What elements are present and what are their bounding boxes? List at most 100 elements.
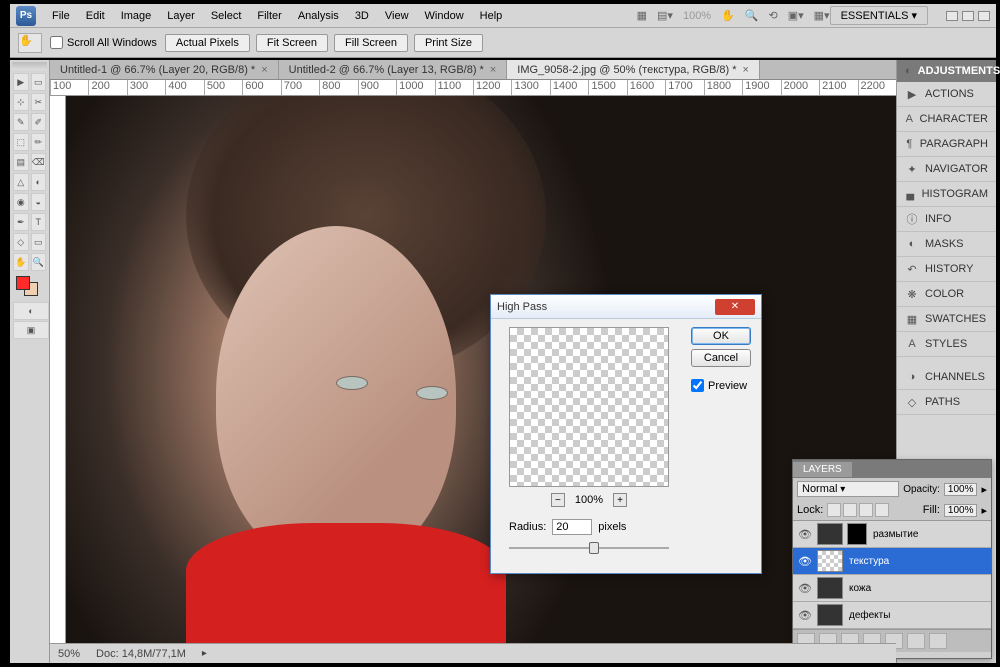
radius-slider[interactable] xyxy=(509,541,669,555)
layer-thumbnail[interactable] xyxy=(817,523,843,545)
close-icon[interactable]: × xyxy=(261,64,267,76)
menu-3d[interactable]: 3D xyxy=(347,10,377,22)
workspace-switcher[interactable]: ESSENTIALS ▾ xyxy=(830,6,928,25)
panel-color[interactable]: ❋COLOR xyxy=(897,282,996,307)
radius-input[interactable] xyxy=(552,519,592,535)
opacity-slider-icon[interactable]: ▸ xyxy=(981,483,987,496)
panel-navigator[interactable]: ✦NAVIGATOR xyxy=(897,157,996,182)
zoom-level[interactable]: 50% xyxy=(58,648,80,660)
layer-name[interactable]: текстура xyxy=(847,556,987,567)
quickmask-button[interactable]: ◐ xyxy=(13,302,49,320)
option-fit-screen[interactable]: Fit Screen xyxy=(256,34,328,52)
menu-help[interactable]: Help xyxy=(472,10,511,22)
foreground-color[interactable] xyxy=(16,276,30,290)
new-layer-button[interactable] xyxy=(907,633,925,649)
dialog-close-button[interactable]: ✕ xyxy=(715,299,755,315)
close-icon[interactable]: × xyxy=(490,64,496,76)
tool-1[interactable]: ▭ xyxy=(31,73,47,91)
panel-history[interactable]: ↶HISTORY xyxy=(897,257,996,282)
tool-19[interactable]: 🔍 xyxy=(31,253,47,271)
doc-tab-2[interactable]: IMG_9058-2.jpg @ 50% (текстура, RGB/8) *… xyxy=(507,60,760,79)
option-print-size[interactable]: Print Size xyxy=(414,34,483,52)
panel-character[interactable]: ACHARACTER xyxy=(897,107,996,132)
tool-13[interactable]: ◒ xyxy=(31,193,47,211)
dialog-titlebar[interactable]: High Pass ✕ xyxy=(491,295,761,319)
view-mode-icon[interactable]: ▦▾ xyxy=(814,9,830,22)
layer-row[interactable]: 👁 дефекты xyxy=(793,602,991,629)
tool-17[interactable]: ▭ xyxy=(31,233,47,251)
lock-pixels-button[interactable] xyxy=(843,503,857,517)
panel-actions[interactable]: ▶ACTIONS xyxy=(897,82,996,107)
panel-histogram[interactable]: ▄HISTOGRAM xyxy=(897,182,996,207)
menu-filter[interactable]: Filter xyxy=(249,10,289,22)
panel-swatches[interactable]: ▦SWATCHES xyxy=(897,307,996,332)
doc-tab-1[interactable]: Untitled-2 @ 66.7% (Layer 13, RGB/8) *× xyxy=(279,60,508,79)
blend-mode-dropdown[interactable]: Normal ▾ xyxy=(797,481,899,497)
visibility-icon[interactable]: 👁 xyxy=(797,555,813,568)
screen-mode-icon[interactable]: ▣▾ xyxy=(788,9,804,22)
fill-slider-icon[interactable]: ▸ xyxy=(981,504,987,517)
tool-12[interactable]: ◉ xyxy=(13,193,29,211)
scroll-all-checkbox[interactable]: Scroll All Windows xyxy=(50,36,157,49)
panel-channels[interactable]: ◑CHANNELS xyxy=(897,365,996,390)
layer-thumbnail[interactable] xyxy=(817,550,843,572)
zoom-icon[interactable]: 🔍 xyxy=(745,9,759,22)
tool-16[interactable]: ◇ xyxy=(13,233,29,251)
hand-icon[interactable]: ✋ xyxy=(721,9,735,22)
menu-edit[interactable]: Edit xyxy=(78,10,113,22)
lock-transparency-button[interactable] xyxy=(827,503,841,517)
tool-18[interactable]: ✋ xyxy=(13,253,29,271)
current-tool-icon[interactable]: ✋ xyxy=(18,33,42,53)
layer-row[interactable]: 👁 текстура xyxy=(793,548,991,575)
zoom-out-button[interactable]: − xyxy=(551,493,565,507)
tool-4[interactable]: ✎ xyxy=(13,113,29,131)
layer-name[interactable]: дефекты xyxy=(847,610,987,621)
rotate-icon[interactable]: ⟲ xyxy=(769,9,778,22)
tool-5[interactable]: ✐ xyxy=(31,113,47,131)
canvas[interactable] xyxy=(66,96,896,643)
menu-layer[interactable]: Layer xyxy=(159,10,203,22)
option-actual-pixels[interactable]: Actual Pixels xyxy=(165,34,250,52)
tool-6[interactable]: ⬚ xyxy=(13,133,29,151)
layers-tab[interactable]: LAYERS xyxy=(793,462,852,477)
panel-masks[interactable]: ◐MASKS xyxy=(897,232,996,257)
menu-window[interactable]: Window xyxy=(417,10,472,22)
toolbox-grip[interactable] xyxy=(12,62,47,70)
minimize-button[interactable] xyxy=(946,11,958,21)
panel-info[interactable]: ⓘINFO xyxy=(897,207,996,232)
ok-button[interactable]: OK xyxy=(691,327,751,345)
panel-paths[interactable]: ◇PATHS xyxy=(897,390,996,415)
tool-2[interactable]: ⊹ xyxy=(13,93,29,111)
tool-3[interactable]: ✂ xyxy=(31,93,47,111)
visibility-icon[interactable]: 👁 xyxy=(797,528,813,541)
menu-view[interactable]: View xyxy=(377,10,417,22)
filter-preview[interactable] xyxy=(509,327,669,487)
delete-layer-button[interactable] xyxy=(929,633,947,649)
panel-paragraph[interactable]: ¶PARAGRAPH xyxy=(897,132,996,157)
tool-0[interactable]: ▶ xyxy=(13,73,29,91)
adjustments-panel-header[interactable]: ◐ADJUSTMENTS xyxy=(897,60,996,82)
doc-size[interactable]: Doc: 14,8M/77,1M xyxy=(96,648,186,660)
visibility-icon[interactable]: 👁 xyxy=(797,609,813,622)
cancel-button[interactable]: Cancel xyxy=(691,349,751,367)
layer-row[interactable]: 👁размытие xyxy=(793,521,991,548)
zoom-in-button[interactable]: + xyxy=(613,493,627,507)
layer-mask-thumb[interactable] xyxy=(847,523,867,545)
zoom-dropdown[interactable]: 100% xyxy=(683,10,711,22)
preview-checkbox[interactable]: Preview xyxy=(691,379,751,392)
tool-14[interactable]: ✒ xyxy=(13,213,29,231)
lock-all-button[interactable] xyxy=(875,503,889,517)
layer-name[interactable]: кожа xyxy=(847,583,987,594)
doc-tab-0[interactable]: Untitled-1 @ 66.7% (Layer 20, RGB/8) *× xyxy=(50,60,279,79)
tool-15[interactable]: T xyxy=(31,213,47,231)
opacity-value[interactable]: 100% xyxy=(944,483,978,496)
layer-thumbnail[interactable] xyxy=(817,604,843,626)
tool-11[interactable]: ◐ xyxy=(31,173,47,191)
tool-8[interactable]: ▤ xyxy=(13,153,29,171)
close-icon[interactable]: × xyxy=(743,64,749,76)
tool-9[interactable]: ⌫ xyxy=(31,153,47,171)
fill-value[interactable]: 100% xyxy=(944,504,978,517)
menu-file[interactable]: File xyxy=(44,10,78,22)
visibility-icon[interactable]: 👁 xyxy=(797,582,813,595)
close-button[interactable] xyxy=(978,11,990,21)
